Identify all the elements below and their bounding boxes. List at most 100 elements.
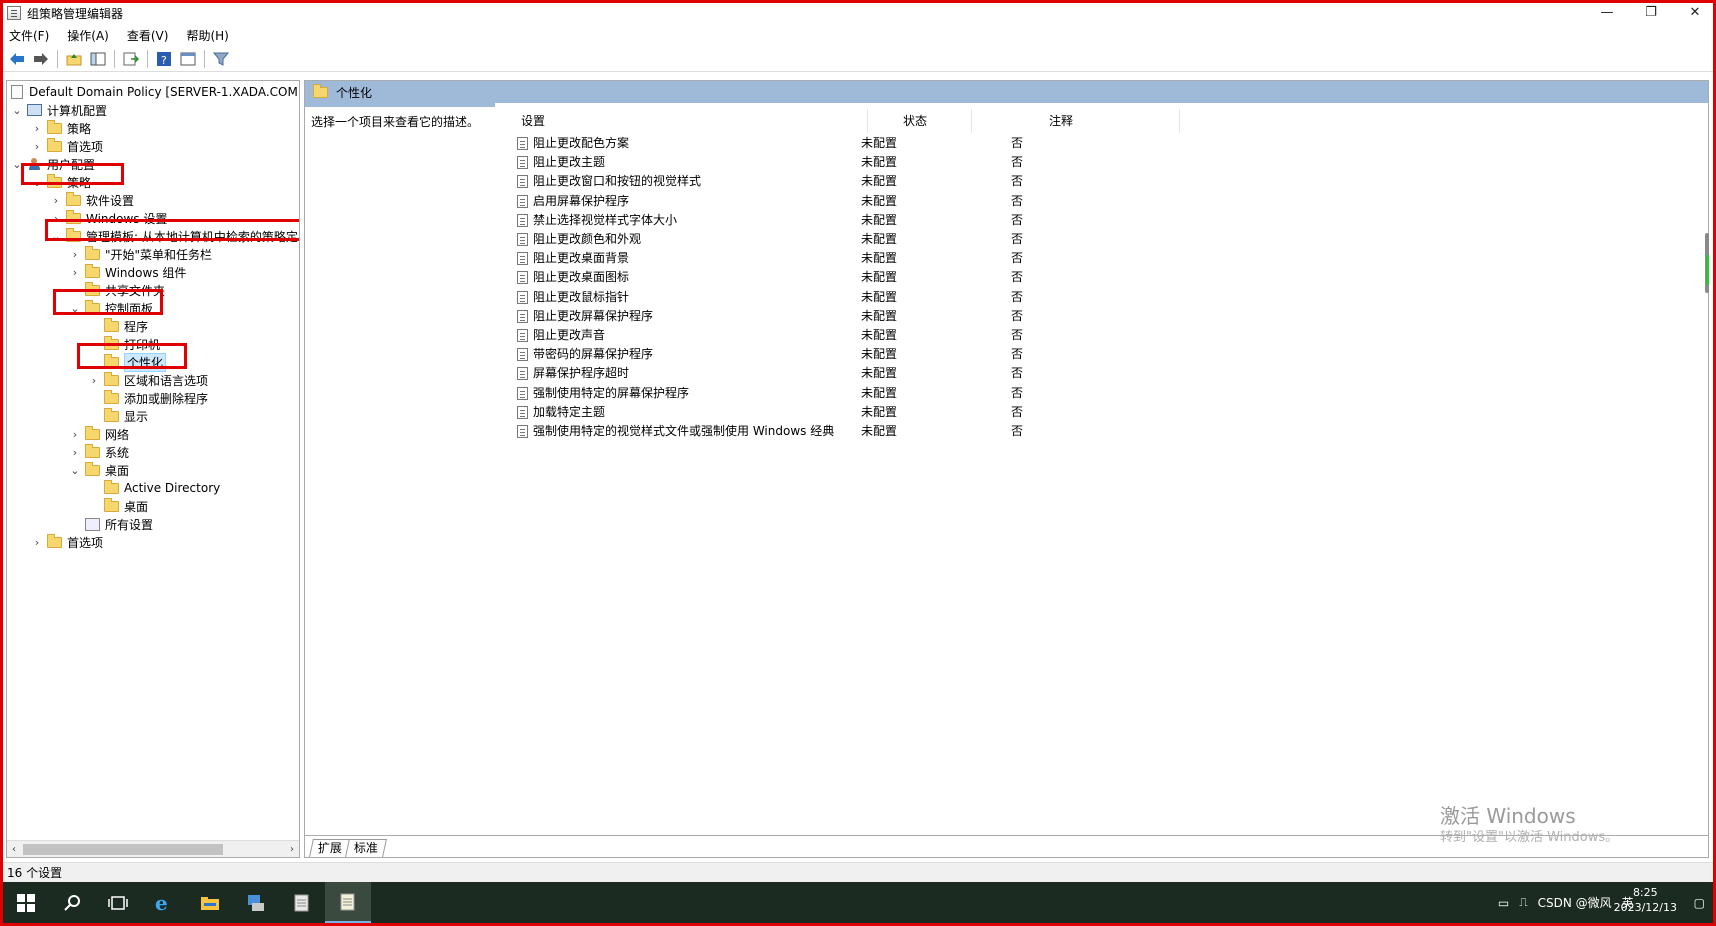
chevron-right-icon[interactable]: ›	[69, 248, 81, 261]
table-row[interactable]: 强制使用特定的视觉样式文件或强制使用 Windows 经典 未配置 否	[515, 421, 1215, 442]
chevron-down-icon[interactable]: ⌄	[69, 464, 81, 477]
chevron-right-icon[interactable]: ›	[31, 536, 43, 549]
tree-active-directory[interactable]: › Active Directory	[88, 479, 220, 497]
restore-button[interactable]: ❐	[1629, 3, 1673, 23]
clock[interactable]: 8:25 2023/12/13	[1614, 885, 1677, 915]
table-row[interactable]: 阻止更改主题 未配置 否	[515, 152, 1215, 173]
tree-cc-policies[interactable]: › 策略	[31, 119, 91, 137]
chevron-down-icon[interactable]: ⌄	[11, 104, 23, 117]
notepad-icon[interactable]	[279, 882, 325, 923]
taskbar: e ▭ ⎍ CSDN @微风 英 ▢ 8:25 2023/12/13	[3, 882, 1713, 923]
column-header-setting[interactable]: 设置	[521, 111, 545, 131]
internet-explorer-icon[interactable]: e	[141, 882, 187, 923]
search-icon[interactable]	[49, 882, 95, 923]
tree-root[interactable]: Default Domain Policy [SERVER-1.XADA.COM…	[11, 83, 299, 101]
up-folder-icon[interactable]	[64, 49, 84, 69]
menu-action[interactable]: 操作(A)	[67, 27, 109, 44]
table-row[interactable]: 阻止更改屏幕保护程序 未配置 否	[515, 306, 1215, 327]
policy-setting-icon	[517, 386, 528, 400]
keyboard-icon[interactable]: ▭	[1498, 896, 1509, 910]
chevron-right-icon[interactable]: ›	[69, 446, 81, 459]
cell-state: 未配置	[861, 155, 898, 170]
tree-computer-config[interactable]: ⌄ 计算机配置	[11, 101, 107, 119]
column-separator[interactable]	[867, 109, 868, 133]
minimize-button[interactable]: —	[1585, 3, 1629, 23]
policy-setting-icon	[517, 348, 528, 362]
windows-logo-icon	[17, 893, 35, 912]
tab-standard[interactable]: 标准	[345, 839, 387, 857]
highlight-box	[53, 289, 163, 315]
scroll-left-icon[interactable]: ‹	[7, 841, 21, 857]
policy-setting-icon	[517, 425, 528, 438]
column-separator[interactable]	[1179, 109, 1180, 133]
tree-all-settings[interactable]: › 所有设置	[69, 515, 153, 533]
cell-setting: 带密码的屏幕保护程序	[533, 347, 654, 362]
scrollbar-thumb[interactable]	[23, 844, 223, 855]
toolbar-separator	[147, 49, 148, 68]
file-explorer-icon[interactable]	[187, 882, 233, 923]
network-icon[interactable]: ⎍	[1519, 895, 1527, 910]
tree-programs[interactable]: › 程序	[88, 317, 148, 335]
table-row[interactable]: 阻止更改声音 未配置 否	[515, 325, 1215, 346]
table-row[interactable]: 强制使用特定的屏幕保护程序 未配置 否	[515, 383, 1215, 404]
tree-software-settings[interactable]: › 软件设置	[50, 191, 134, 209]
folder-icon	[104, 371, 119, 386]
table-row[interactable]: 阻止更改桌面背景 未配置 否	[515, 248, 1215, 269]
tree-add-remove[interactable]: › 添加或删除程序	[88, 389, 208, 407]
table-row[interactable]: 阻止更改窗口和按钮的视觉样式 未配置 否	[515, 171, 1215, 192]
activation-watermark-title: 激活 Windows	[1440, 804, 1576, 828]
table-row[interactable]: 阻止更改颜色和外观 未配置 否	[515, 229, 1215, 250]
policy-setting-icon	[517, 156, 528, 170]
tree-label: 桌面	[124, 499, 149, 514]
show-hide-tree-icon[interactable]	[88, 49, 108, 69]
forward-arrow-icon[interactable]	[31, 49, 51, 69]
notification-icon[interactable]: ▢	[1694, 896, 1705, 910]
table-row[interactable]: 加载特定主题 未配置 否	[515, 402, 1215, 423]
chevron-right-icon[interactable]: ›	[31, 140, 43, 153]
scroll-right-icon[interactable]: ›	[285, 841, 299, 857]
menu-help[interactable]: 帮助(H)	[186, 27, 228, 44]
policy-setting-icon	[517, 290, 528, 304]
tree-display[interactable]: › 显示	[88, 407, 148, 425]
table-row[interactable]: 禁止选择视觉样式字体大小 未配置 否	[515, 210, 1215, 231]
chevron-right-icon[interactable]: ›	[50, 194, 62, 207]
tree-system[interactable]: › 系统	[69, 443, 129, 461]
server-manager-icon[interactable]	[233, 882, 279, 923]
properties-icon[interactable]	[178, 49, 198, 69]
gpo-editor-taskbar-icon[interactable]	[325, 882, 371, 923]
chevron-right-icon[interactable]: ›	[69, 428, 81, 441]
table-row[interactable]: 屏幕保护程序超时 未配置 否	[515, 363, 1215, 384]
close-button[interactable]: ✕	[1673, 3, 1716, 23]
tree-desktop-sub[interactable]: › 桌面	[88, 497, 148, 515]
menu-file[interactable]: 文件(F)	[9, 27, 49, 44]
tree-cc-preferences[interactable]: › 首选项	[31, 137, 103, 155]
menu-view[interactable]: 查看(V)	[127, 27, 169, 44]
chevron-right-icon[interactable]: ›	[88, 374, 100, 387]
tree-start-menu[interactable]: › "开始"菜单和任务栏	[69, 245, 212, 263]
column-header-state[interactable]: 状态	[903, 111, 927, 131]
help-icon[interactable]: ?	[154, 49, 174, 69]
tree-network[interactable]: › 网络	[69, 425, 129, 443]
table-row[interactable]: 启用屏幕保护程序 未配置 否	[515, 191, 1215, 212]
policy-setting-icon	[517, 271, 528, 285]
chevron-right-icon[interactable]: ›	[31, 122, 43, 135]
back-arrow-icon[interactable]	[7, 49, 27, 69]
column-header-comment[interactable]: 注释	[1049, 111, 1073, 131]
table-row[interactable]: 阻止更改鼠标指针 未配置 否	[515, 287, 1215, 308]
tree-desktop[interactable]: ⌄ 桌面	[69, 461, 129, 479]
tree-regional[interactable]: › 区域和语言选项	[88, 371, 208, 389]
start-button[interactable]	[3, 882, 49, 923]
task-view-icon[interactable]	[95, 882, 141, 923]
tree-uc-preferences[interactable]: › 首选项	[31, 533, 103, 551]
export-list-icon[interactable]	[121, 49, 141, 69]
cell-state: 未配置	[861, 193, 898, 208]
table-row[interactable]: 带密码的屏幕保护程序 未配置 否	[515, 344, 1215, 365]
table-row[interactable]: 阻止更改桌面图标 未配置 否	[515, 267, 1215, 288]
cell-state: 未配置	[861, 212, 898, 227]
table-row[interactable]: 阻止更改配色方案 未配置 否	[515, 133, 1215, 154]
column-separator[interactable]	[971, 109, 972, 133]
filter-icon[interactable]	[211, 49, 231, 69]
tree-windows-components[interactable]: › Windows 组件	[69, 263, 186, 281]
tree-horizontal-scrollbar[interactable]: ‹ ›	[7, 840, 299, 857]
chevron-right-icon[interactable]: ›	[69, 266, 81, 279]
